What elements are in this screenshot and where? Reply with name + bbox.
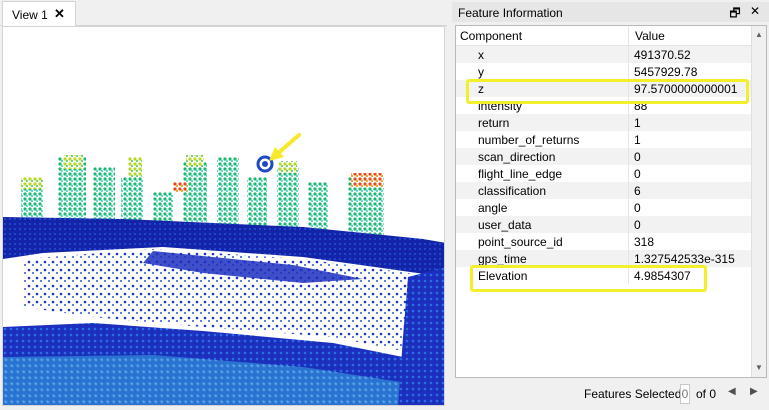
z-row-highlight bbox=[466, 79, 749, 104]
row-value: 0 bbox=[634, 201, 641, 215]
table-row[interactable]: y 5457929.78 bbox=[456, 63, 752, 80]
table-row[interactable]: x 491370.52 bbox=[456, 46, 752, 63]
panel-title-bar: Feature Information 🗗 ✕ bbox=[452, 2, 769, 22]
app-window: View 1 ✕ Feature Information 🗗 ✕ Compone… bbox=[0, 0, 769, 410]
column-header-value[interactable]: Value bbox=[635, 29, 665, 43]
point-cloud-canvas[interactable] bbox=[2, 26, 445, 406]
table-row[interactable]: number_of_returns 1 bbox=[456, 131, 752, 148]
row-name: scan_direction bbox=[478, 150, 556, 164]
close-icon[interactable]: ✕ bbox=[54, 6, 65, 22]
row-value: 491370.52 bbox=[634, 48, 691, 62]
scroll-down-icon[interactable]: ▼ bbox=[754, 363, 764, 373]
table-header: Component Value bbox=[456, 26, 752, 46]
row-name: point_source_id bbox=[478, 235, 563, 249]
row-name: return bbox=[478, 116, 510, 130]
arrow-annotation-icon bbox=[269, 133, 301, 161]
feature-total: of 0 bbox=[696, 387, 717, 401]
panel-title: Feature Information bbox=[458, 6, 563, 20]
tab-view-1-label: View 1 bbox=[12, 8, 48, 22]
row-value: 1.327542533e-315 bbox=[634, 252, 735, 266]
table-row[interactable]: flight_line_edge 0 bbox=[456, 165, 752, 182]
current-feature-input[interactable]: 0 bbox=[680, 384, 690, 404]
selection-footer: Features Selected: 0 of 0 ◀ ▶ bbox=[452, 381, 769, 407]
table-row[interactable]: point_source_id 318 bbox=[456, 233, 752, 250]
row-value: 5457929.78 bbox=[634, 65, 698, 79]
row-value: 6 bbox=[634, 184, 641, 198]
tab-strip: View 1 ✕ bbox=[0, 0, 447, 27]
row-name: y bbox=[478, 65, 484, 79]
scroll-up-icon[interactable]: ▲ bbox=[754, 30, 764, 40]
row-value: 0 bbox=[634, 218, 641, 232]
next-feature-icon[interactable]: ▶ bbox=[750, 386, 758, 397]
row-name: x bbox=[478, 48, 484, 62]
feature-information-panel: Feature Information 🗗 ✕ Component Value … bbox=[452, 0, 769, 410]
features-selected-label: Features Selected: bbox=[584, 387, 685, 401]
row-value: 318 bbox=[634, 235, 655, 249]
row-value: 1 bbox=[634, 116, 641, 130]
previous-feature-icon[interactable]: ◀ bbox=[728, 386, 736, 397]
vertical-scrollbar[interactable]: ▲ ▼ bbox=[751, 26, 766, 377]
table-row[interactable]: scan_direction 0 bbox=[456, 148, 752, 165]
table-row[interactable]: user_data 0 bbox=[456, 216, 752, 233]
row-value: 0 bbox=[634, 167, 641, 181]
row-name: angle bbox=[478, 201, 508, 215]
tab-view-1[interactable]: View 1 ✕ bbox=[2, 1, 76, 27]
row-name: classification bbox=[478, 184, 547, 198]
point-cloud-rendering bbox=[3, 133, 444, 405]
table-row[interactable]: classification 6 bbox=[456, 182, 752, 199]
table-row[interactable]: angle 0 bbox=[456, 199, 752, 216]
close-panel-icon[interactable]: ✕ bbox=[748, 4, 762, 18]
row-name: user_data bbox=[478, 218, 532, 232]
column-header-component[interactable]: Component bbox=[460, 29, 522, 43]
map-view-pane: View 1 ✕ bbox=[0, 0, 447, 410]
row-value: 0 bbox=[634, 150, 641, 164]
table-row[interactable]: return 1 bbox=[456, 114, 752, 131]
row-name: gps_time bbox=[478, 252, 527, 266]
elevation-row-highlight bbox=[470, 265, 707, 292]
row-value: 1 bbox=[634, 133, 641, 147]
row-name: flight_line_edge bbox=[478, 167, 563, 181]
row-name: number_of_returns bbox=[478, 133, 580, 147]
feature-table: Component Value x 491370.52 y 5457929.78 z… bbox=[455, 25, 767, 378]
float-panel-icon[interactable]: 🗗 bbox=[728, 4, 742, 25]
